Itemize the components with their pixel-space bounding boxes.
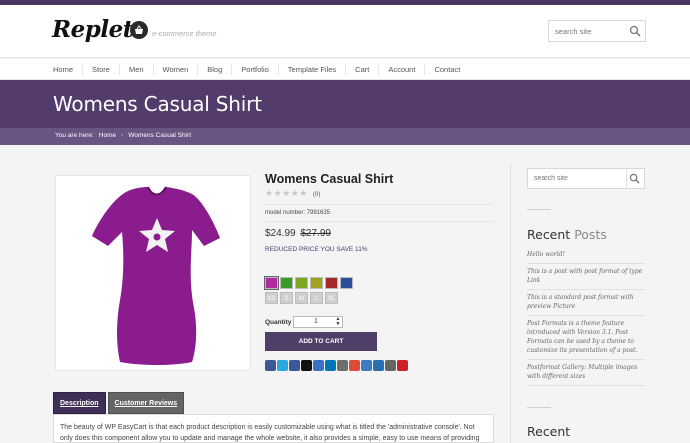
color-swatch[interactable] bbox=[325, 277, 338, 289]
size-option[interactable]: S bbox=[280, 292, 293, 304]
site-header: Replete e-commerce theme bbox=[0, 5, 690, 58]
breadcrumb-current: Womens Casual Shirt bbox=[128, 132, 192, 139]
header-search-input[interactable] bbox=[549, 21, 624, 41]
nav-women[interactable]: Women bbox=[152, 64, 198, 75]
divider bbox=[265, 204, 493, 205]
share-icon[interactable] bbox=[277, 360, 288, 371]
nav-men[interactable]: Men bbox=[118, 64, 153, 75]
search-icon[interactable] bbox=[629, 25, 641, 37]
recent-post-item[interactable]: This is a standard post format with prev… bbox=[527, 290, 645, 316]
nav-contact[interactable]: Contact bbox=[424, 64, 469, 75]
breadcrumb-separator: › bbox=[121, 132, 124, 139]
breadcrumb: You are here: Home › Womens Casual Shirt bbox=[0, 128, 690, 145]
share-icon[interactable] bbox=[385, 360, 396, 371]
share-icon[interactable] bbox=[313, 360, 324, 371]
product-image[interactable] bbox=[55, 175, 251, 371]
size-option[interactable]: L bbox=[310, 292, 323, 304]
color-swatch[interactable] bbox=[310, 277, 323, 289]
sidebar-rule bbox=[527, 209, 551, 210]
product-price: $24.99 $27.99 bbox=[265, 228, 331, 239]
basket-icon bbox=[130, 21, 148, 39]
share-icon[interactable] bbox=[289, 360, 300, 371]
share-icon[interactable] bbox=[397, 360, 408, 371]
rating-stars[interactable]: ★★★★★ bbox=[265, 188, 308, 199]
breadcrumb-prefix: You are here: bbox=[55, 132, 94, 139]
header-search bbox=[548, 20, 646, 42]
nav-home[interactable]: Home bbox=[44, 65, 82, 75]
rating-count: (0) bbox=[313, 192, 321, 198]
share-icon[interactable] bbox=[265, 360, 276, 371]
site-tagline: e-commerce theme bbox=[152, 29, 217, 38]
nav-template-files[interactable]: Template Files bbox=[277, 64, 345, 75]
size-option[interactable]: XL bbox=[325, 292, 338, 304]
recent-posts-list: Hello world! This is a post with post fo… bbox=[527, 247, 645, 386]
color-swatch[interactable] bbox=[295, 277, 308, 289]
share-icon[interactable] bbox=[301, 360, 312, 371]
color-swatch[interactable] bbox=[280, 277, 293, 289]
nav-account[interactable]: Account bbox=[378, 64, 424, 75]
posts-word: Posts bbox=[574, 227, 607, 242]
recent-posts-title: Recent Posts bbox=[527, 227, 607, 242]
recent-post-item[interactable]: Hello world! bbox=[527, 247, 645, 264]
size-options: XS S M L XL bbox=[265, 292, 338, 304]
quantity-stepper[interactable]: ▲ ▼ bbox=[334, 317, 342, 327]
description-panel: The beauty of WP EasyCart is that each p… bbox=[53, 414, 494, 443]
share-icons bbox=[265, 360, 408, 371]
nav-store[interactable]: Store bbox=[82, 64, 119, 75]
nav-portfolio[interactable]: Portfolio bbox=[231, 64, 278, 75]
search-icon[interactable] bbox=[629, 173, 640, 184]
breadcrumb-home[interactable]: Home bbox=[99, 132, 116, 139]
model-number: model number: 7991635 bbox=[265, 210, 331, 216]
recent-post-item[interactable]: Post Formats is a theme feature introduc… bbox=[527, 316, 645, 360]
recent-post-item[interactable]: This is a post with post format of type … bbox=[527, 264, 645, 290]
shirt-body bbox=[92, 187, 220, 365]
share-icon[interactable] bbox=[349, 360, 360, 371]
search-divider bbox=[626, 169, 627, 188]
size-option[interactable]: M bbox=[295, 292, 308, 304]
sidebar-divider bbox=[510, 163, 511, 443]
page-title: Womens Casual Shirt bbox=[53, 92, 262, 116]
color-swatch[interactable] bbox=[340, 277, 353, 289]
quantity-label: Quantity bbox=[265, 319, 292, 326]
recent-comments-title: Recent bbox=[527, 424, 571, 439]
color-swatch[interactable] bbox=[264, 276, 279, 290]
product-tabs: Description Customer Reviews bbox=[53, 392, 185, 414]
sidebar-search bbox=[527, 168, 645, 189]
share-icon[interactable] bbox=[373, 360, 384, 371]
share-icon[interactable] bbox=[361, 360, 372, 371]
savings-text: REDUCED PRICE YOU SAVE 11% bbox=[265, 246, 368, 253]
color-swatches bbox=[264, 276, 353, 290]
size-option[interactable]: XS bbox=[265, 292, 278, 304]
recent-post-item[interactable]: Postformat Gallery: Multiple images with… bbox=[527, 360, 645, 386]
share-icon[interactable] bbox=[337, 360, 348, 371]
share-icon[interactable] bbox=[325, 360, 336, 371]
nav-blog[interactable]: Blog bbox=[197, 64, 231, 75]
page-banner: Womens Casual Shirt bbox=[0, 80, 690, 128]
tab-description[interactable]: Description bbox=[53, 392, 106, 414]
divider bbox=[265, 221, 493, 222]
main-nav: Home Store Men Women Blog Portfolio Temp… bbox=[0, 59, 690, 80]
sidebar-rule bbox=[527, 407, 551, 408]
nav-cart[interactable]: Cart bbox=[345, 64, 378, 75]
old-price: $27.99 bbox=[300, 228, 331, 239]
tab-customer-reviews[interactable]: Customer Reviews bbox=[107, 392, 185, 414]
recent-word: Recent bbox=[527, 227, 571, 242]
product-title: Womens Casual Shirt bbox=[265, 172, 394, 186]
current-price: $24.99 bbox=[265, 228, 296, 239]
sidebar-search-input[interactable] bbox=[528, 169, 626, 188]
add-to-cart-button[interactable]: ADD TO CART bbox=[265, 332, 377, 351]
